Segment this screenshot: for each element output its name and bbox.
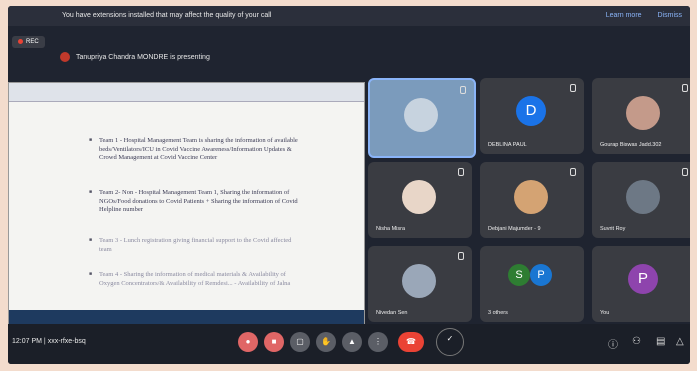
participant-name: DEBLINA PAUL	[488, 142, 527, 148]
leave-call-button[interactable]: ☎	[398, 332, 424, 352]
more-options-button[interactable]: ⋮	[368, 332, 388, 352]
mic-off-icon	[682, 84, 688, 92]
participant-tile[interactable]: D DEBLINA PAUL	[480, 78, 584, 154]
participant-video	[404, 98, 438, 132]
record-dot-icon	[18, 39, 23, 44]
presenting-text: Tanupriya Chandra MONDRE is presenting	[76, 53, 210, 61]
meeting-clock: 12:07 PM | xxx-rfxe-bsq	[12, 338, 86, 345]
meeting-code: xxx-rfxe-bsq	[47, 338, 86, 345]
slide-bullet: Team 1 - Hospital Management Team is sha…	[89, 137, 299, 163]
info-icon[interactable]: ⓘ	[608, 336, 618, 351]
learn-more-link[interactable]: Learn more	[606, 12, 642, 19]
document-toolbar	[9, 83, 364, 102]
meeting-controls-bar: 12:07 PM | xxx-rfxe-bsq ● ■ ▢ ✋ ▲ ⋮ ☎ ✓ …	[8, 324, 690, 364]
participant-name: Gourap Biswas Jadd.302	[600, 142, 662, 148]
participant-tile[interactable]: Gourap Biswas Jadd.302	[592, 78, 690, 154]
participant-name: 3 others	[488, 310, 508, 316]
recording-label: REC	[26, 39, 39, 46]
participant-avatar: P	[628, 264, 658, 294]
recording-badge: REC	[12, 36, 45, 49]
banner-message: You have extensions installed that may a…	[62, 12, 272, 19]
camera-toggle-button[interactable]: ■	[264, 332, 284, 352]
participant-tile[interactable]: P You	[592, 246, 690, 322]
participant-video	[626, 180, 660, 214]
participant-name: Debjani Majumder - 9	[488, 226, 541, 232]
raise-hand-button[interactable]: ✋	[316, 332, 336, 352]
meet-window: You have extensions installed that may a…	[8, 6, 690, 364]
participant-name: You	[600, 310, 610, 316]
participant-video	[402, 264, 436, 298]
participant-name: Nivedan Sen	[376, 310, 408, 316]
participant-tile[interactable]	[368, 78, 476, 158]
mic-off-icon	[570, 84, 576, 92]
participant-name: Suvrit Roy	[600, 226, 626, 232]
participant-tile[interactable]: Nisha Misra	[368, 162, 472, 238]
slide-bullet: Team 4 - Sharing the information of medi…	[89, 271, 299, 288]
mic-icon	[460, 86, 466, 94]
people-icon[interactable]: ⚇	[632, 336, 641, 347]
dismiss-link[interactable]: Dismiss	[658, 12, 683, 19]
participant-video	[514, 180, 548, 214]
presenting-indicator: Tanupriya Chandra MONDRE is presenting	[60, 52, 210, 62]
chat-icon[interactable]: ▤	[656, 336, 665, 347]
slide-bullet: Team 2- Non - Hospital Management Team 1…	[89, 189, 299, 215]
participant-avatar: S	[508, 264, 530, 286]
activities-icon[interactable]: △	[676, 336, 684, 347]
participant-tile[interactable]: Debjani Majumder - 9	[480, 162, 584, 238]
mic-toggle-button[interactable]: ●	[238, 332, 258, 352]
mic-off-icon	[458, 168, 464, 176]
mic-off-icon	[458, 252, 464, 260]
participant-tile[interactable]: Suvrit Roy	[592, 162, 690, 238]
present-button[interactable]: ▲	[342, 332, 362, 352]
participant-tile[interactable]: S P 3 others	[480, 246, 584, 322]
participant-name: Nisha Misra	[376, 226, 406, 232]
mic-off-icon	[570, 168, 576, 176]
participant-video	[626, 96, 660, 130]
shared-screen: Team 1 - Hospital Management Team is sha…	[8, 82, 365, 326]
check-icon[interactable]: ✓	[436, 328, 464, 356]
participant-avatar: P	[530, 264, 552, 286]
slide-bullet: Team 3 - Lunch registration giving finan…	[89, 237, 299, 254]
captions-button[interactable]: ▢	[290, 332, 310, 352]
mic-off-icon	[682, 168, 688, 176]
windows-taskbar	[9, 310, 364, 325]
slide-content: Team 1 - Hospital Management Team is sha…	[9, 101, 364, 309]
time-label: 12:07 PM	[12, 338, 42, 345]
presenter-avatar	[60, 52, 70, 62]
participant-avatar: D	[516, 96, 546, 126]
extension-warning-banner: You have extensions installed that may a…	[8, 6, 690, 26]
participant-video	[402, 180, 436, 214]
participant-tile[interactable]: Nivedan Sen	[368, 246, 472, 322]
